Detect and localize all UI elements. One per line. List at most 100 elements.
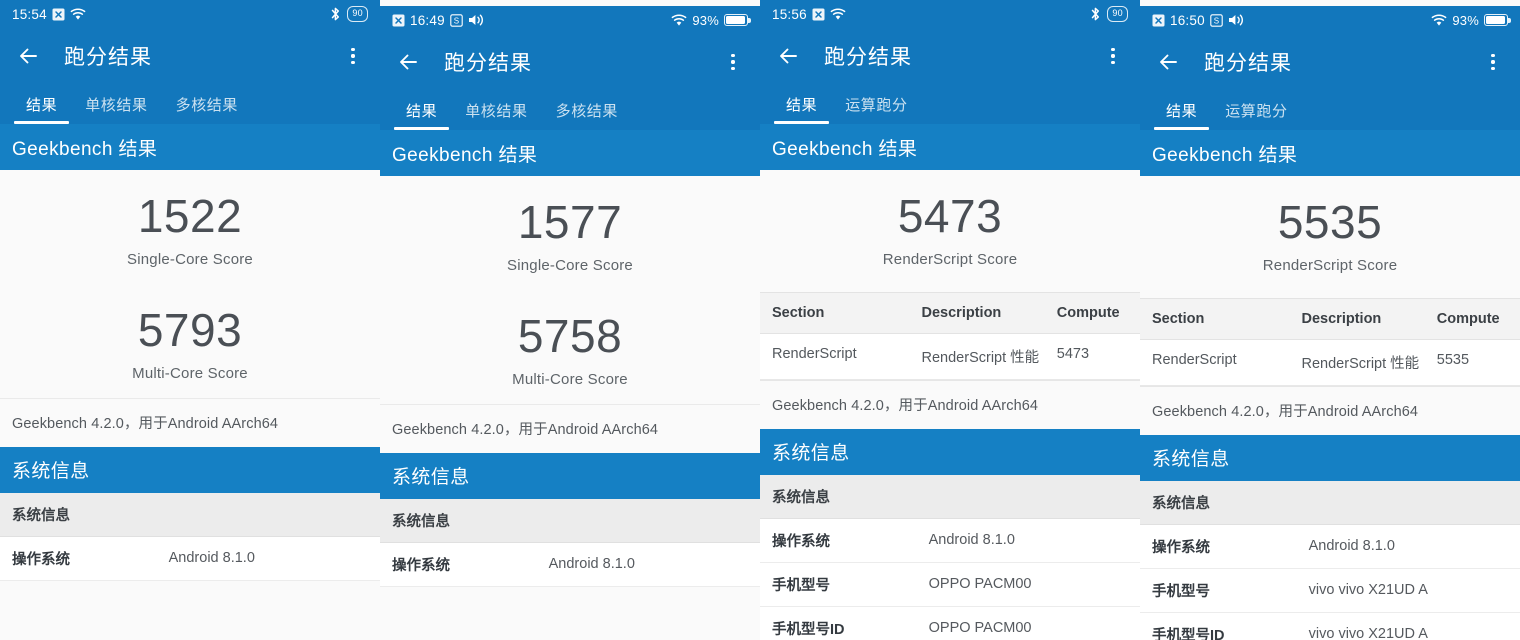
tab-2[interactable]: 多核结果 <box>542 100 632 130</box>
tab-1[interactable]: 单核结果 <box>451 100 541 130</box>
status-bar-time: 15:56 <box>772 6 807 22</box>
tab-0[interactable]: 结果 <box>392 100 451 130</box>
table-row: RenderScript RenderScript 性能 5535 <box>1140 339 1520 386</box>
system-info-row: 操作系统 Android 8.1.0 <box>380 542 760 587</box>
tab-1[interactable]: 运算跑分 <box>831 94 921 124</box>
back-arrow-icon[interactable] <box>776 43 802 69</box>
compute-table-header: Section Description Compute <box>1140 297 1520 340</box>
panel-content: 16:49 S 93% 跑分结果 结果 单核结果 多核结果 Geekbench 结果 1577 S… <box>380 6 760 587</box>
version-footnote: Geekbench 4.2.0，用于Android AArch64 <box>0 397 380 447</box>
cell-0: RenderScript <box>772 345 857 362</box>
panel-2: 16:49 S 93% 跑分结果 结果 单核结果 多核结果 Geekbench 结果 1577 S… <box>380 0 760 640</box>
overflow-menu-icon[interactable] <box>1482 51 1504 73</box>
table-row: RenderScript RenderScript 性能 5473 <box>760 333 1140 380</box>
score-label: Multi-Core Score <box>512 370 628 388</box>
tab-2[interactable]: 多核结果 <box>162 94 252 124</box>
status-bar: 15:56 90 <box>760 0 1140 28</box>
overflow-menu-icon[interactable] <box>722 51 744 73</box>
tab-0[interactable]: 结果 <box>772 94 831 124</box>
battery-icon <box>1484 14 1511 26</box>
score-value: 5793 <box>137 303 243 356</box>
compute-table: Section Description Compute RenderScript Ren… <box>1140 297 1520 386</box>
score-group-1: 5758 Multi-Core Score <box>380 290 760 404</box>
tab-1[interactable]: 单核结果 <box>71 94 161 124</box>
system-info-value: Android 8.1.0 <box>168 550 255 566</box>
version-footnote: Geekbench 4.2.0，用于Android AArch64 <box>760 379 1140 429</box>
status-bar-left: 16:50 S <box>1152 13 1244 28</box>
app-bar: 跑分结果 <box>0 28 380 84</box>
geekbench-result-band: Geekbench 结果 <box>760 124 1140 170</box>
system-info-subheader: 系统信息 <box>380 498 760 543</box>
status-bar: 16:50 S 93% <box>1140 6 1520 34</box>
score-value: 5535 <box>1277 196 1383 248</box>
back-arrow-icon[interactable] <box>16 43 42 69</box>
system-info-row: 操作系统 Android 8.1.0 <box>0 536 380 581</box>
status-bar-time: 16:50 <box>1170 12 1205 28</box>
status-bar-left: 15:56 <box>772 7 846 22</box>
back-arrow-icon[interactable] <box>396 49 422 75</box>
column-header-2: Compute <box>1436 310 1500 327</box>
status-bar-left: 16:49 S <box>392 13 484 28</box>
geekbench-result-band: Geekbench 结果 <box>0 124 380 170</box>
score-area: 5535 RenderScript Score <box>1140 176 1520 298</box>
status-bar-right: 90 <box>329 6 368 22</box>
system-info-key: 手机型号 <box>772 577 830 594</box>
battery-percent-label: 93% <box>692 12 719 28</box>
score-label: Single-Core Score <box>507 256 633 274</box>
overflow-menu-icon[interactable] <box>1102 45 1124 67</box>
cell-2: 5473 <box>1056 345 1090 362</box>
x-badge-icon <box>392 14 405 27</box>
app-bar: 跑分结果 <box>1140 34 1520 90</box>
volume-icon <box>1228 13 1244 27</box>
system-info-key: 手机型号ID <box>772 621 845 638</box>
panel-4: 16:50 S 93% 跑分结果 结果 运算跑分 Geekbench 结果 5535 Rende… <box>1140 0 1520 640</box>
system-info-subheader: 系统信息 <box>1140 480 1520 525</box>
system-info-band: 系统信息 <box>380 452 760 499</box>
cell-0: RenderScript <box>1152 351 1237 368</box>
system-info-row: 手机型号 OPPO PACM00 <box>760 562 1140 607</box>
status-bar: 15:54 90 <box>0 0 380 28</box>
compute-table: Section Description Compute RenderScript Ren… <box>760 291 1140 380</box>
s-badge-icon: S <box>450 13 463 27</box>
status-bar-time: 16:49 <box>410 12 445 28</box>
version-footnote: Geekbench 4.2.0，用于Android AArch64 <box>1140 385 1520 435</box>
system-info-value: OPPO PACM00 <box>928 576 1032 593</box>
tab-0[interactable]: 结果 <box>1152 100 1211 130</box>
tab-1[interactable]: 运算跑分 <box>1211 100 1301 130</box>
column-header-0: Section <box>1152 310 1205 327</box>
score-group-0: 1577 Single-Core Score <box>380 176 760 290</box>
column-header-0: Section <box>772 304 825 321</box>
system-info-band: 系统信息 <box>1140 434 1520 481</box>
cell-2: 5535 <box>1436 351 1470 368</box>
score-value: 1577 <box>517 196 623 248</box>
system-info-key: 操作系统 <box>12 551 70 568</box>
s-badge-icon: S <box>1210 13 1223 27</box>
x-badge-icon <box>52 8 65 21</box>
cell-1: RenderScript 性能 <box>921 349 1040 366</box>
bluetooth-icon <box>329 6 342 22</box>
wifi-icon <box>671 13 687 27</box>
battery-percent-label: 93% <box>1452 12 1479 28</box>
score-value: 5473 <box>897 190 1003 242</box>
back-arrow-icon[interactable] <box>1156 49 1182 75</box>
score-value: 5758 <box>517 309 623 362</box>
wifi-icon <box>70 7 86 21</box>
score-value: 1522 <box>137 190 243 242</box>
compute-table-header: Section Description Compute <box>760 291 1140 334</box>
page-title: 跑分结果 <box>64 46 152 69</box>
system-info-row: 手机型号 vivo vivo X21UD A <box>1140 568 1520 613</box>
system-info-key: 操作系统 <box>392 557 450 574</box>
bluetooth-icon <box>1089 6 1102 22</box>
x-badge-icon <box>1152 14 1165 27</box>
panel-1: 15:54 90 跑分结果结果 单核结果 多核结果 Geekbench 结果 1522 Sin… <box>0 0 380 640</box>
system-info-value: Android 8.1.0 <box>1308 538 1395 555</box>
page-title: 跑分结果 <box>1204 52 1292 75</box>
status-bar: 16:49 S 93% <box>380 6 760 34</box>
tab-0[interactable]: 结果 <box>12 94 71 124</box>
system-info-key: 操作系统 <box>1152 539 1210 556</box>
status-bar-right: 93% <box>671 12 751 28</box>
panel-content: 15:56 90 跑分结果 结果 运算跑分 Geekbench 结果 5473 RenderS… <box>760 0 1140 640</box>
overflow-menu-icon[interactable] <box>342 45 364 67</box>
score-group-0: 1522 Single-Core Score <box>0 170 380 284</box>
system-info-row: 操作系统 Android 8.1.0 <box>760 518 1140 563</box>
